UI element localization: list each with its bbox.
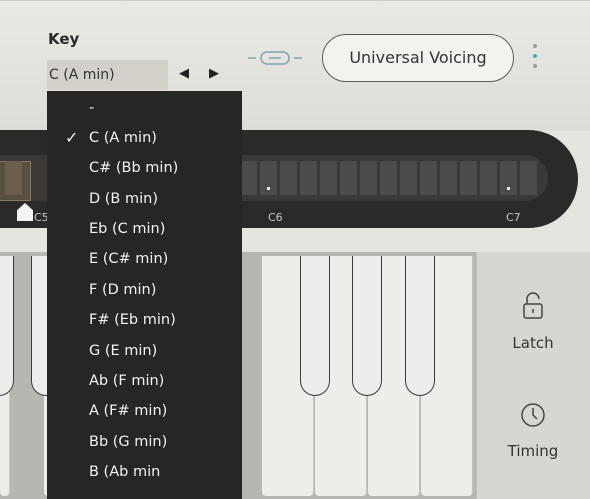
dropdown-item[interactable]: F (D min) [47, 275, 242, 305]
dropdown-item-label: F (D min) [89, 282, 157, 298]
range-cell [440, 161, 457, 195]
dropdown-item-label: Bb (G min) [89, 434, 168, 450]
latch-label[interactable]: Latch [476, 334, 590, 352]
key-label: Key [48, 30, 80, 48]
black-key[interactable] [352, 256, 382, 396]
range-cell [520, 161, 537, 195]
dropdown-item-selected[interactable]: ✓ C (A min) [47, 123, 242, 153]
dropdown-item[interactable]: Bb (G min) [47, 427, 242, 457]
black-key[interactable] [300, 256, 330, 396]
options-menu-icon[interactable] [532, 44, 538, 74]
lock-icon[interactable] [520, 292, 546, 319]
timing-label[interactable]: Timing [476, 442, 590, 460]
clock-icon[interactable] [520, 402, 546, 428]
black-key[interactable] [0, 256, 14, 396]
side-panel [476, 252, 590, 499]
dropdown-item[interactable]: F# (Eb min) [47, 305, 242, 335]
dropdown-item-label: D (B min) [89, 191, 158, 207]
range-cell [280, 161, 297, 195]
prev-key-button[interactable]: ◀ [175, 66, 193, 81]
dropdown-item[interactable]: B (Ab min [47, 457, 242, 487]
next-key-button[interactable]: ▶ [205, 66, 223, 81]
key-dropdown-menu: - ✓ C (A min) C# (Bb min) D (B min) Eb (C… [47, 91, 242, 499]
dropdown-item[interactable]: - [47, 93, 242, 123]
dropdown-item[interactable]: G (E min) [47, 336, 242, 366]
dropdown-item-label: G (E min) [89, 343, 158, 359]
range-cell [480, 161, 497, 195]
checkmark-icon: ✓ [65, 128, 79, 147]
dropdown-item-label: F# (Eb min) [89, 312, 176, 328]
range-cell [360, 161, 377, 195]
dropdown-item-label: A (F# min) [89, 403, 168, 419]
dropdown-item-label: C# (Bb min) [89, 160, 179, 176]
dropdown-item-label: - [89, 100, 95, 116]
black-key[interactable] [405, 256, 435, 396]
range-label-c6: C6 [268, 211, 283, 224]
dropdown-item[interactable]: Eb (C min) [47, 214, 242, 244]
range-cell [260, 161, 277, 195]
range-cell [240, 161, 257, 195]
dropdown-item-label: E (C# min) [89, 251, 169, 267]
range-cell [5, 161, 22, 195]
range-cell [460, 161, 477, 195]
universal-voicing-button[interactable]: Universal Voicing [322, 34, 514, 82]
range-cell [380, 161, 397, 195]
range-label-c7: C7 [506, 211, 521, 224]
range-cell [500, 161, 517, 195]
dropdown-item-label: Ab (F min) [89, 373, 165, 389]
dropdown-item-label: B (Ab min [89, 464, 161, 480]
dropdown-item[interactable]: C# (Bb min) [47, 153, 242, 183]
range-cell [340, 161, 357, 195]
dropdown-item[interactable]: Ab (F min) [47, 366, 242, 396]
range-cell [320, 161, 337, 195]
range-cell-dot [267, 187, 270, 190]
dropdown-item[interactable]: A (F# min) [47, 396, 242, 426]
key-select[interactable]: C (A min) [47, 60, 168, 90]
dropdown-item-label: Eb (C min) [89, 221, 166, 237]
link-icon[interactable] [248, 48, 302, 72]
range-cell [420, 161, 437, 195]
range-cell [300, 161, 317, 195]
dropdown-item-label: C (A min) [89, 130, 157, 146]
dropdown-item[interactable]: D (B min) [47, 184, 242, 214]
dropdown-item[interactable]: E (C# min) [47, 244, 242, 274]
range-cell [400, 161, 417, 195]
range-cell-dot [507, 187, 510, 190]
